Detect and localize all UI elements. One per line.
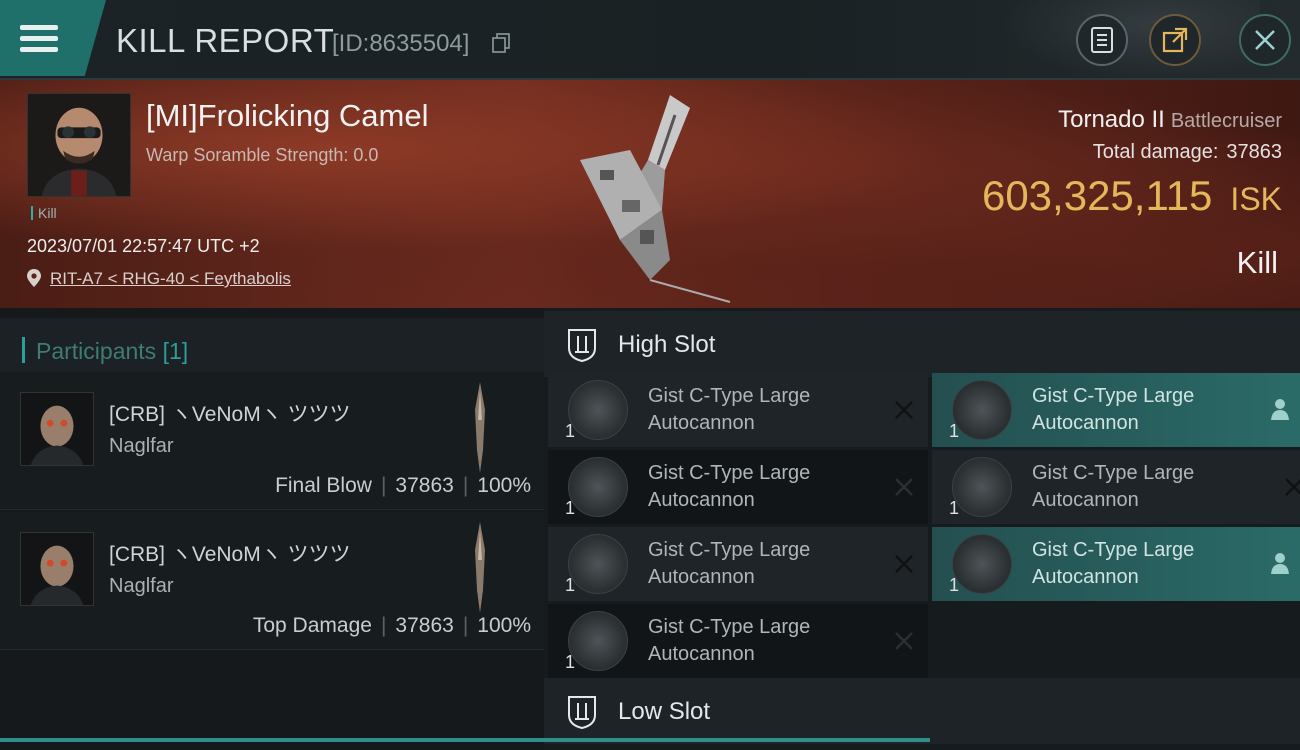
module-quantity: 1 <box>949 498 960 518</box>
participant-role: Final Blow <box>275 474 372 497</box>
x-icon <box>895 478 913 496</box>
autocannon-icon <box>952 380 1012 440</box>
report-result: Kill <box>1236 245 1278 280</box>
person-icon <box>1271 399 1289 420</box>
shield-slot-icon <box>568 329 596 362</box>
shield-slot-icon <box>568 696 596 729</box>
module-item[interactable]: 1 Gist C-Type Large Autocannon <box>932 373 1300 447</box>
share-icon <box>1162 27 1188 53</box>
fitting-panel: High Slot 1 Gist C-Type Large Autocannon … <box>544 308 1300 750</box>
person-icon <box>1271 553 1289 574</box>
module-name: Gist C-Type Large Autocannon <box>1032 462 1195 511</box>
participant-name: [CRB] ヽVeNoMヽ ツツツ <box>109 543 351 566</box>
module-quantity: 1 <box>565 575 576 595</box>
module-quantity: 1 <box>949 421 960 441</box>
module-quantity: 1 <box>565 421 576 441</box>
module-name: Gist C-Type Large Autocannon <box>648 539 811 588</box>
module-name: Gist C-Type Large Autocannon <box>648 385 811 434</box>
x-icon <box>895 401 913 419</box>
module-quantity: 1 <box>565 498 576 518</box>
menu-button[interactable] <box>0 0 106 76</box>
participant-ship: Naglfar <box>109 435 174 457</box>
module-name: Gist C-Type Large Autocannon <box>648 462 811 511</box>
ship-class: Battlecruiser <box>1170 110 1282 132</box>
copy-icon[interactable] <box>492 33 510 53</box>
x-icon <box>1285 478 1300 496</box>
participant-row[interactable]: [CRB] ヽVeNoMヽ ツツツ Naglfar Final Blow | 378… <box>0 372 544 510</box>
module-name: Gist C-Type Large Autocannon <box>1032 539 1195 588</box>
page-title: KILL REPORT <box>116 22 335 59</box>
victim-pilot-name[interactable]: [MI]Frolicking Camel <box>146 98 429 134</box>
kill-location-link[interactable]: RIT-A7 < RHG-40 < Feythabolis <box>50 269 291 289</box>
autocannon-icon <box>568 611 628 671</box>
autocannon-icon <box>568 534 628 594</box>
avatar <box>20 392 94 466</box>
isk-amount: 603,325,115 <box>981 172 1213 219</box>
participant-stats: Final Blow | 37863 | 100% <box>275 474 531 497</box>
avatar <box>20 532 94 606</box>
report-id: [ID:8635504] <box>332 30 470 57</box>
x-icon <box>895 632 913 650</box>
document-button[interactable] <box>1076 14 1128 66</box>
ship-silhouette <box>475 522 485 613</box>
kill-timestamp: 2023/07/01 22:57:47 UTC +2 <box>27 236 260 256</box>
participant-damage: 37863 <box>395 614 454 637</box>
module-item[interactable]: 1 Gist C-Type Large Autocannon <box>932 450 1300 524</box>
module-quantity: 1 <box>565 652 576 672</box>
participant-percent: 100% <box>477 474 531 497</box>
total-damage: Total damage: 37863 <box>1093 141 1282 164</box>
total-damage-value: 37863 <box>1226 141 1282 163</box>
scroll-indicator <box>0 738 930 742</box>
location-pin-icon <box>27 269 41 287</box>
participant-percent: 100% <box>477 614 531 637</box>
top-bar: KILL REPORT [ID:8635504] <box>0 0 1300 80</box>
victim-ship[interactable]: Tornado II Battlecruiser <box>1058 106 1282 134</box>
participant-role: Top Damage <box>252 614 372 637</box>
participant-name: [CRB] ヽVeNoMヽ ツツツ <box>109 403 351 426</box>
participant-damage: 37863 <box>395 474 454 497</box>
module-item[interactable]: 1 Gist C-Type Large Autocannon <box>548 527 928 601</box>
kill-banner: [MI]Frolicking Camel Warp Soramble Stren… <box>0 80 1300 308</box>
autocannon-icon <box>952 534 1012 594</box>
participant-row[interactable]: [CRB] ヽVeNoMヽ ツツツ Naglfar Top Damage | 378… <box>0 512 544 650</box>
ship-name: Tornado II <box>1058 106 1165 133</box>
participant-ship: Naglfar <box>109 575 174 597</box>
participants-title: Participants <box>36 338 157 364</box>
autocannon-icon <box>568 457 628 517</box>
participants-panel: Participants [1] [CRB] ヽVeNoMヽ ツツツ Naglf… <box>0 308 544 750</box>
low-slot-header: Low Slot <box>544 678 1300 744</box>
warp-scramble-strength: Warp Soramble Strength: 0.0 <box>146 145 379 165</box>
module-name: Gist C-Type Large Autocannon <box>1032 385 1195 434</box>
isk-unit: ISK <box>1230 181 1282 217</box>
autocannon-icon <box>952 457 1012 517</box>
ship-image[interactable] <box>570 90 740 305</box>
module-item[interactable]: 1 Gist C-Type Large Autocannon <box>932 527 1300 601</box>
victim-portrait[interactable] <box>27 93 131 197</box>
x-icon <box>895 555 913 573</box>
total-damage-label: Total damage: <box>1092 141 1219 163</box>
low-slot-label: Low Slot <box>618 698 711 725</box>
close-icon <box>1255 30 1275 50</box>
module-quantity: 1 <box>949 575 960 595</box>
module-name: Gist C-Type Large Autocannon <box>648 616 811 665</box>
module-item[interactable]: 1 Gist C-Type Large Autocannon <box>548 604 928 678</box>
isk-value: 603,325,115 ISK <box>982 172 1282 220</box>
autocannon-icon <box>568 380 628 440</box>
kill-tag: Kill <box>31 206 57 220</box>
close-button[interactable] <box>1239 14 1291 66</box>
module-item[interactable]: 1 Gist C-Type Large Autocannon <box>548 450 928 524</box>
participants-header[interactable]: Participants [1] <box>0 318 544 376</box>
ship-silhouette <box>475 382 485 473</box>
participant-stats: Top Damage | 37863 | 100% <box>252 614 531 637</box>
high-slot-header: High Slot <box>544 311 1300 377</box>
header-decoration <box>1000 0 1260 80</box>
menu-icon <box>20 19 58 58</box>
module-item[interactable]: 1 Gist C-Type Large Autocannon <box>548 373 928 447</box>
document-icon <box>1091 27 1113 53</box>
share-button[interactable] <box>1149 14 1201 66</box>
high-slot-label: High Slot <box>618 331 716 358</box>
participants-count: [1] <box>162 338 189 364</box>
